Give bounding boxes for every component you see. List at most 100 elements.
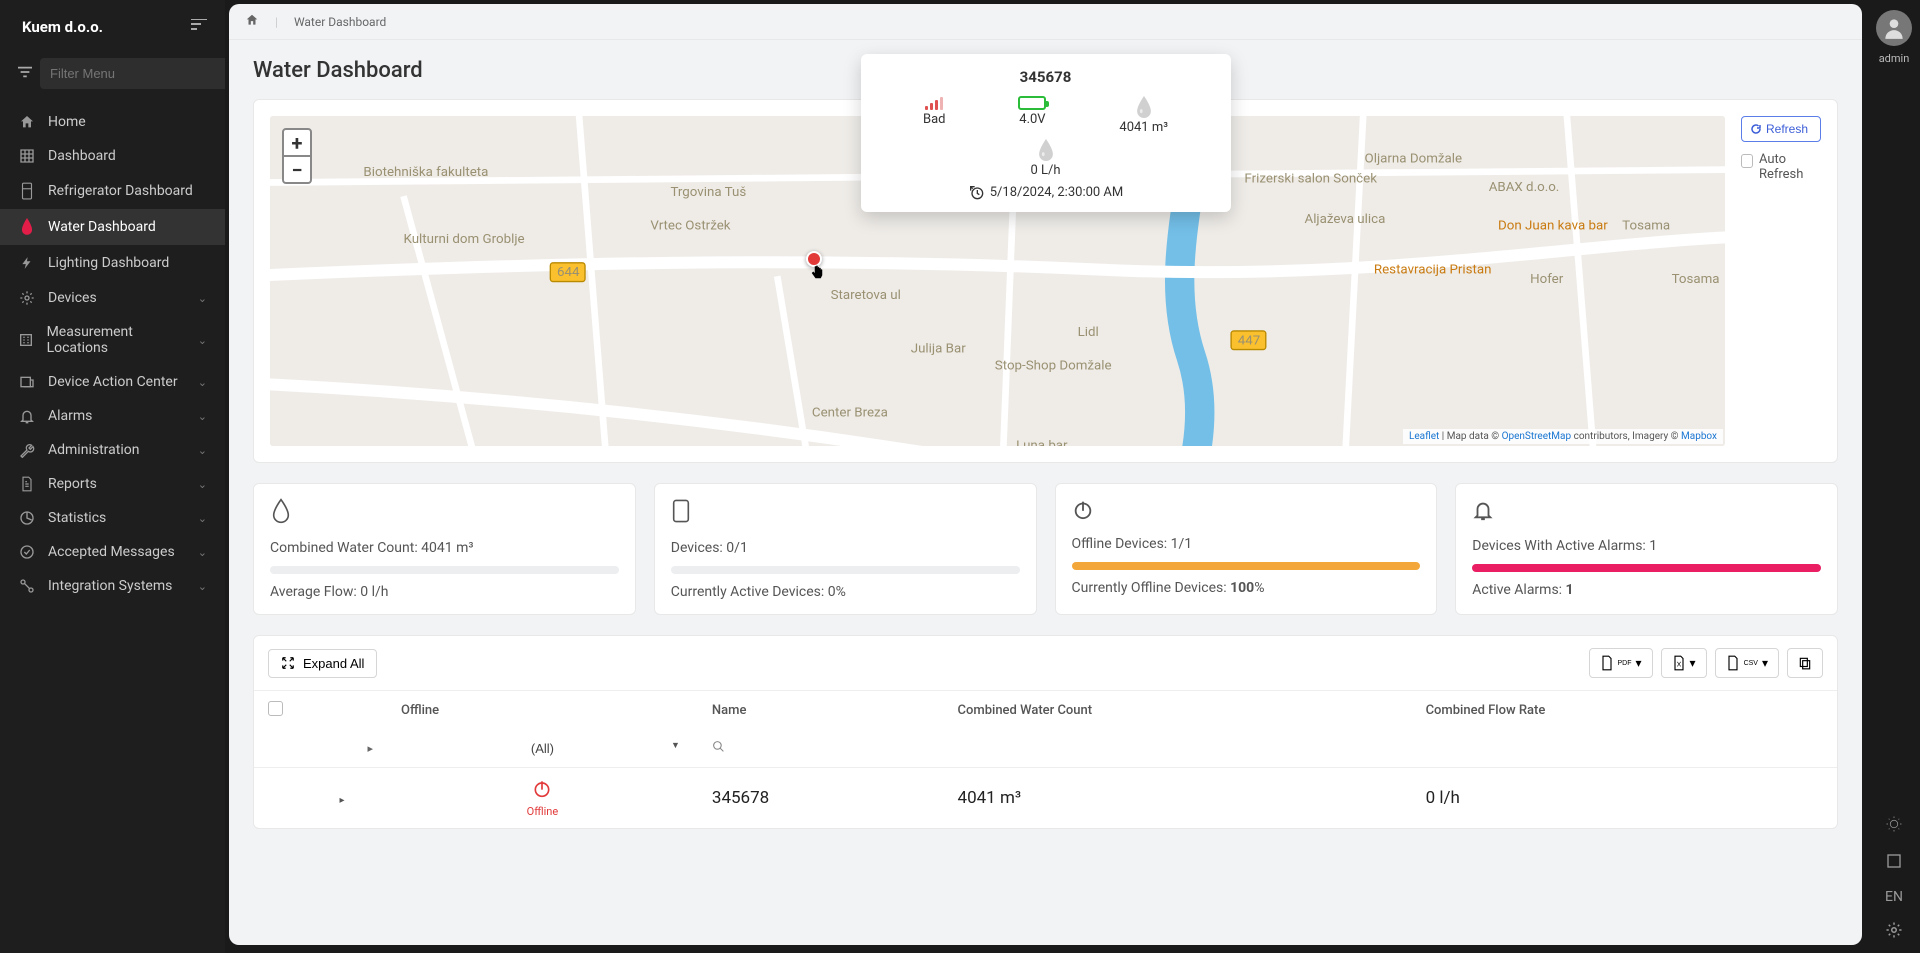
wrench-icon — [18, 442, 36, 458]
tooltip-time: 5/18/2024, 2:30:00 AM — [990, 185, 1124, 200]
expand-all-button[interactable]: Expand All — [268, 649, 377, 678]
map-pin[interactable] — [806, 251, 822, 267]
sidebar-item-label: Administration — [48, 442, 139, 458]
search-icon[interactable] — [712, 742, 725, 757]
chart-icon — [18, 510, 36, 526]
auto-refresh-toggle[interactable]: Auto Refresh — [1741, 152, 1821, 182]
breadcrumb-current[interactable]: Water Dashboard — [294, 15, 386, 29]
sidebar-item-accepted-messages[interactable]: Accepted Messages⌄ — [0, 535, 225, 569]
offline-status: Offline — [401, 778, 684, 818]
export-pdf-button[interactable]: PDF ▾ — [1589, 648, 1653, 678]
report-icon — [18, 476, 36, 492]
svg-text:447: 447 — [1238, 333, 1260, 348]
svg-text:Kulturni dom Groblje: Kulturni dom Groblje — [403, 232, 524, 247]
svg-text:Oljarna Domžale: Oljarna Domžale — [1365, 152, 1463, 167]
integration-icon — [18, 578, 36, 594]
svg-text:Lidl: Lidl — [1078, 325, 1099, 340]
breadcrumb-home[interactable] — [245, 13, 259, 30]
chevron-down-icon: ⌄ — [198, 478, 207, 491]
svg-text:Julija Bar: Julija Bar — [911, 341, 966, 356]
tooltip-battery: 4.0V — [1019, 112, 1045, 127]
sidebar-item-integration-systems[interactable]: Integration Systems ⌄ — [0, 569, 225, 603]
svg-text:Hofer: Hofer — [1530, 272, 1564, 287]
stat-devices: Devices: 0/1 Currently Active Devices: 0… — [654, 483, 1037, 615]
check-icon — [18, 544, 36, 560]
chevron-down-icon: ⌄ — [198, 334, 207, 347]
zoom-in-button[interactable]: + — [282, 128, 312, 156]
refresh-button[interactable]: Refresh — [1741, 116, 1821, 142]
sidebar-item-dashboard[interactable]: Dashboard — [0, 139, 225, 173]
svg-text:Stop-Shop Domžale: Stop-Shop Domžale — [995, 359, 1112, 374]
sidebar-item-label: Water Dashboard — [48, 219, 156, 235]
sidebar-item-home[interactable]: Home — [0, 105, 225, 139]
chevron-down-icon: ⌄ — [198, 444, 207, 457]
filter-icon — [18, 66, 32, 82]
sidebar-item-label: Statistics — [48, 510, 106, 526]
sidebar-item-administration[interactable]: Administration ⌄ — [0, 433, 225, 467]
action-icon — [18, 374, 36, 390]
brand: Kuem d.o.o. — [22, 18, 103, 36]
signal-icon — [925, 96, 943, 110]
right-rail: admin EN — [1868, 0, 1920, 953]
sidebar-item-label: Measurement Locations — [47, 324, 186, 356]
bolt-icon — [18, 254, 36, 272]
fridge-icon — [18, 182, 36, 200]
sidebar-item-lighting-dashboard[interactable]: Lighting Dashboard — [0, 245, 225, 281]
sidebar-item-label: Devices — [48, 290, 97, 306]
clock-icon — [968, 184, 984, 200]
svg-text:Luna bar: Luna bar — [1016, 439, 1068, 446]
stat-water-count: Combined Water Count: 4041 m³ Average Fl… — [253, 483, 636, 615]
chevron-down-icon: ⌄ — [198, 546, 207, 559]
sidebar-item-statistics[interactable]: Statistics⌄ — [0, 501, 225, 535]
sidebar-item-measurement-locations[interactable]: Measurement Locations ⌄ — [0, 315, 225, 365]
fullscreen-toggle[interactable] — [1886, 853, 1902, 873]
sidebar-item-label: Lighting Dashboard — [48, 255, 169, 271]
leaflet-link[interactable]: Leaflet — [1409, 431, 1439, 442]
settings-button[interactable] — [1885, 921, 1903, 943]
sidebar-item-reports[interactable]: Reports⌄ — [0, 467, 225, 501]
stat-offline: Offline Devices: 1/1 Currently Offline D… — [1055, 483, 1438, 615]
filter-menu-input[interactable] — [40, 58, 236, 89]
breadcrumb: | Water Dashboard — [229, 4, 1862, 40]
drop-icon — [270, 498, 619, 530]
sidebar-item-device-action-center[interactable]: Device Action Center⌄ — [0, 365, 225, 399]
tooltip-volume: 4041 m³ — [1119, 120, 1168, 135]
sidebar-item-devices[interactable]: Devices ⌄ — [0, 281, 225, 315]
select-all-checkbox[interactable] — [268, 701, 283, 716]
svg-text:Vrtec Ostržek: Vrtec Ostržek — [650, 218, 730, 233]
avatar[interactable] — [1876, 10, 1912, 46]
sidebar-item-label: Device Action Center — [48, 374, 178, 390]
copy-button[interactable] — [1787, 648, 1823, 678]
language-toggle[interactable]: EN — [1885, 889, 1903, 905]
bell-icon — [1472, 498, 1821, 528]
device-tooltip: 345678 Bad 4.0V — [861, 54, 1231, 212]
sidebar-item-water-dashboard[interactable]: Water Dashboard — [0, 209, 225, 245]
export-excel-button[interactable]: ▾ — [1661, 648, 1707, 678]
table-row[interactable]: ▸ Offline 345678 — [254, 768, 1837, 829]
offline-filter[interactable] — [502, 741, 582, 756]
sidebar-item-refrigerator-dashboard[interactable]: Refrigerator Dashboard — [0, 173, 225, 209]
osm-link[interactable]: OpenStreetMap — [1502, 431, 1572, 442]
chevron-down-icon: ⌄ — [198, 292, 207, 305]
building-icon — [18, 332, 35, 348]
sidebar-item-label: Alarms — [48, 408, 92, 424]
theme-toggle[interactable] — [1885, 815, 1903, 837]
svg-text:Don Juan kava bar: Don Juan kava bar — [1498, 218, 1608, 233]
sort-icon[interactable] — [191, 19, 207, 35]
svg-text:Frizerski salon Sonček: Frizerski salon Sonček — [1244, 172, 1377, 187]
sidebar-item-alarms[interactable]: Alarms ⌄ — [0, 399, 225, 433]
stat-alarms: Devices With Active Alarms: 1 Active Ala… — [1455, 483, 1838, 615]
sidebar-item-label: Home — [48, 114, 86, 130]
svg-text:Biotehniška fakulteta: Biotehniška fakulteta — [363, 165, 488, 180]
svg-text:ABAX d.o.o.: ABAX d.o.o. — [1489, 180, 1560, 195]
sidebar-item-label: Dashboard — [48, 148, 116, 164]
chevron-down-icon: ⌄ — [198, 580, 207, 593]
export-csv-button[interactable]: CSV ▾ — [1715, 648, 1779, 678]
mapbox-link[interactable]: Mapbox — [1681, 431, 1717, 442]
svg-text:Aljaževa ulica: Aljaževa ulica — [1305, 212, 1386, 227]
drop-icon — [1135, 96, 1153, 118]
zoom-out-button[interactable]: − — [282, 156, 312, 184]
sidebar-item-label: Refrigerator Dashboard — [48, 183, 193, 199]
sidebar-item-label: Integration Systems — [48, 578, 172, 594]
chevron-down-icon: ⌄ — [198, 410, 207, 423]
